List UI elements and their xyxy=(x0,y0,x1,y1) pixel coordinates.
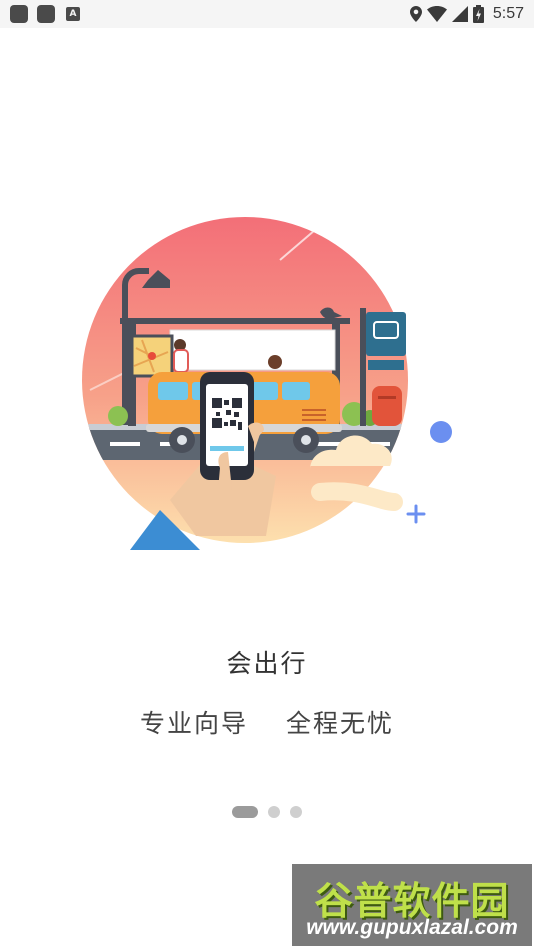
status-bar: A 5:57 xyxy=(0,0,534,28)
status-indicators: 5:57 xyxy=(409,0,524,28)
watermark-logo: 谷普软件园 www.gupuxlazal.com xyxy=(292,864,532,946)
subtitle-right: 全程无忧 xyxy=(286,709,395,738)
onboarding-title: 会出行 xyxy=(226,649,308,678)
wifi-icon xyxy=(426,6,447,22)
decor-dot xyxy=(430,421,452,443)
page-indicator xyxy=(0,806,534,818)
signal-icon xyxy=(451,6,468,22)
location-icon xyxy=(409,6,422,22)
subtitle-left: 专业向导 xyxy=(139,709,248,738)
clock: 5:57 xyxy=(492,5,524,22)
notification-app-icon xyxy=(37,5,55,23)
bus-stop-sign xyxy=(366,312,406,356)
page-dot-2[interactable] xyxy=(268,806,280,818)
page-dot-1[interactable] xyxy=(232,806,258,818)
watermark-url: www.gupuxlazal.com xyxy=(306,916,518,939)
decor-plus xyxy=(406,504,426,524)
notification-app-icon xyxy=(10,5,28,23)
onboarding-illustration xyxy=(82,217,452,550)
onboarding-subtitle: 专业向导 全程无忧 xyxy=(0,704,534,740)
battery-icon xyxy=(472,5,484,23)
a-icon: A xyxy=(66,7,80,21)
page-dot-3[interactable] xyxy=(290,806,302,818)
